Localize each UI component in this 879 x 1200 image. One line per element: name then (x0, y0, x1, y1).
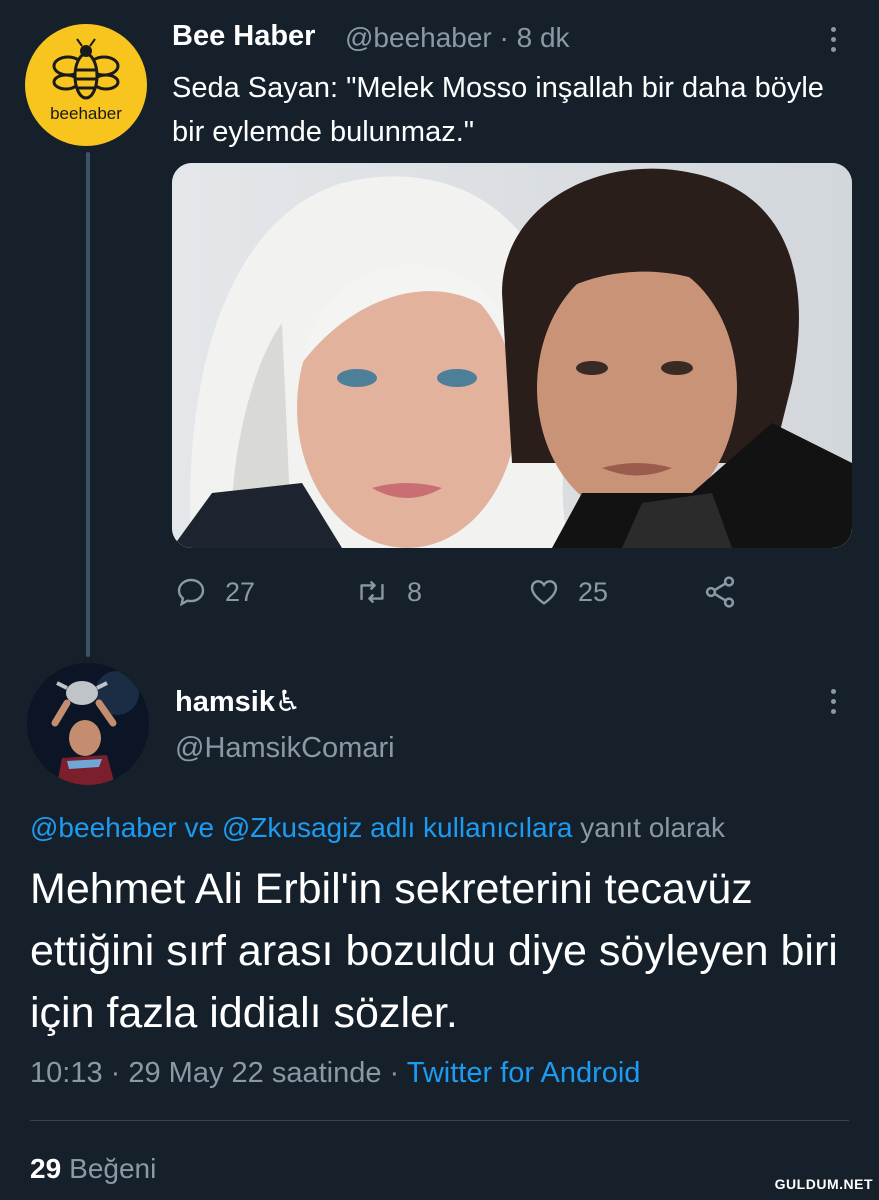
tweet-timestamp[interactable]: 10:13 · 29 May 22 saatinde · (30, 1057, 399, 1089)
retweet-button[interactable]: 8 (355, 572, 422, 612)
retweet-count: 8 (407, 576, 423, 607)
avatar[interactable] (27, 663, 149, 785)
watermark: GULDUM.NET (774, 1176, 873, 1192)
divider (30, 1120, 849, 1121)
reply-button[interactable]: 27 (175, 572, 255, 612)
like-button[interactable]: 25 (528, 572, 608, 612)
retweet-icon (360, 580, 384, 604)
more-options-button[interactable] (823, 686, 843, 720)
likes-label: Beğeni (69, 1153, 157, 1184)
more-options-button[interactable] (823, 24, 843, 58)
likes-summary[interactable]: 29 Beğeni (30, 1153, 156, 1185)
reply-icon (177, 578, 205, 607)
author-name[interactable]: hamsik♿ (175, 684, 301, 719)
avatar-brand-text: beehaber (50, 104, 122, 123)
likes-count: 29 (30, 1153, 62, 1184)
thread-connector-line (86, 152, 90, 657)
tweet-text: Seda Sayan: "Melek Mosso inşallah bir da… (172, 72, 824, 148)
share-button[interactable] (702, 572, 756, 612)
heart-icon (530, 580, 558, 605)
tweet-photo-image (172, 163, 852, 548)
tweet-source-link[interactable]: Twitter for Android (407, 1057, 641, 1089)
reply-suffix: yanıt olarak (580, 812, 725, 843)
reply-count: 27 (225, 576, 256, 607)
bee-logo-icon (52, 38, 120, 100)
like-count: 25 (578, 576, 609, 607)
tweet-photo[interactable] (172, 163, 852, 548)
tweet-text: Mehmet Ali Erbil'in sekreterini tecavüz … (30, 865, 838, 1037)
reply-mentions-link[interactable]: @beehaber ve @Zkusagiz adlı kullanıcılar… (30, 812, 572, 843)
author-name[interactable]: Bee Haber (172, 20, 315, 53)
share-icon (705, 576, 735, 608)
reply-context: @beehaber ve @Zkusagiz adlı kullanıcılar… (30, 812, 725, 844)
author-handle-time[interactable]: @beehaber · 8 dk (345, 22, 570, 54)
avatar[interactable]: beehaber (25, 24, 147, 146)
author-handle[interactable]: @HamsikComari (175, 732, 395, 765)
tweet-meta: 10:13 · 29 May 22 saatinde · Twitter for… (30, 1057, 640, 1090)
avatar-image (27, 663, 149, 785)
